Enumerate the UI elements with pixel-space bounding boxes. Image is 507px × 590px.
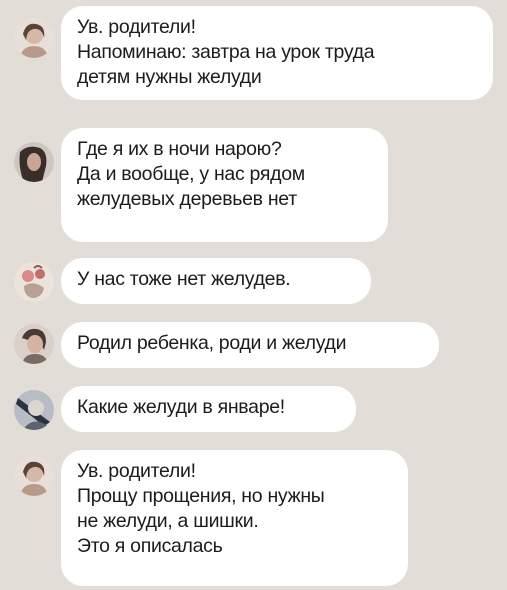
message-text: Где я их в ночи нарою? — [77, 138, 282, 160]
message-bubble: Ув. родители! Прощу прощения, но нужны н… — [61, 450, 408, 586]
message-text: детям нужны желуди — [77, 66, 262, 88]
message-text: Да и вообще, у нас рядом — [77, 163, 305, 185]
message-text: Напоминаю: завтра на урок труда — [77, 41, 375, 63]
chat-thread: Ув. родители! Напоминаю: завтра на урок … — [0, 0, 507, 590]
message-bubble: У нас тоже нет желудев. — [61, 258, 371, 304]
message-bubble: Ув. родители! Напоминаю: завтра на урок … — [61, 6, 493, 100]
user-avatar-1-icon[interactable] — [14, 456, 54, 496]
user-avatar-1-icon[interactable] — [14, 18, 54, 58]
user-avatar-4-icon[interactable] — [14, 324, 54, 364]
message-text: желудевых деревьев нет — [77, 188, 297, 210]
message-text: Ув. родители! — [77, 460, 196, 482]
message-text: не желуди, а шишки. — [77, 510, 259, 532]
message-bubble: Родил ребенка, роди и желуди — [61, 322, 439, 368]
message-text: Ув. родители! — [77, 16, 196, 38]
message-text: Какие желуди в январе! — [77, 396, 285, 418]
message-text: Прощу прощения, но нужны — [77, 485, 325, 507]
message-text: У нас тоже нет желудев. — [77, 268, 291, 290]
message-bubble: Где я их в ночи нарою? Да и вообще, у на… — [61, 128, 388, 242]
message-bubble: Какие желуди в январе! — [61, 386, 356, 432]
message-text: Родил ребенка, роди и желуди — [77, 332, 347, 354]
user-avatar-2-icon[interactable] — [14, 142, 54, 182]
message-text: Это я описалась — [77, 535, 223, 557]
user-avatar-3-icon[interactable] — [14, 262, 54, 302]
user-avatar-5-icon[interactable] — [14, 390, 54, 430]
